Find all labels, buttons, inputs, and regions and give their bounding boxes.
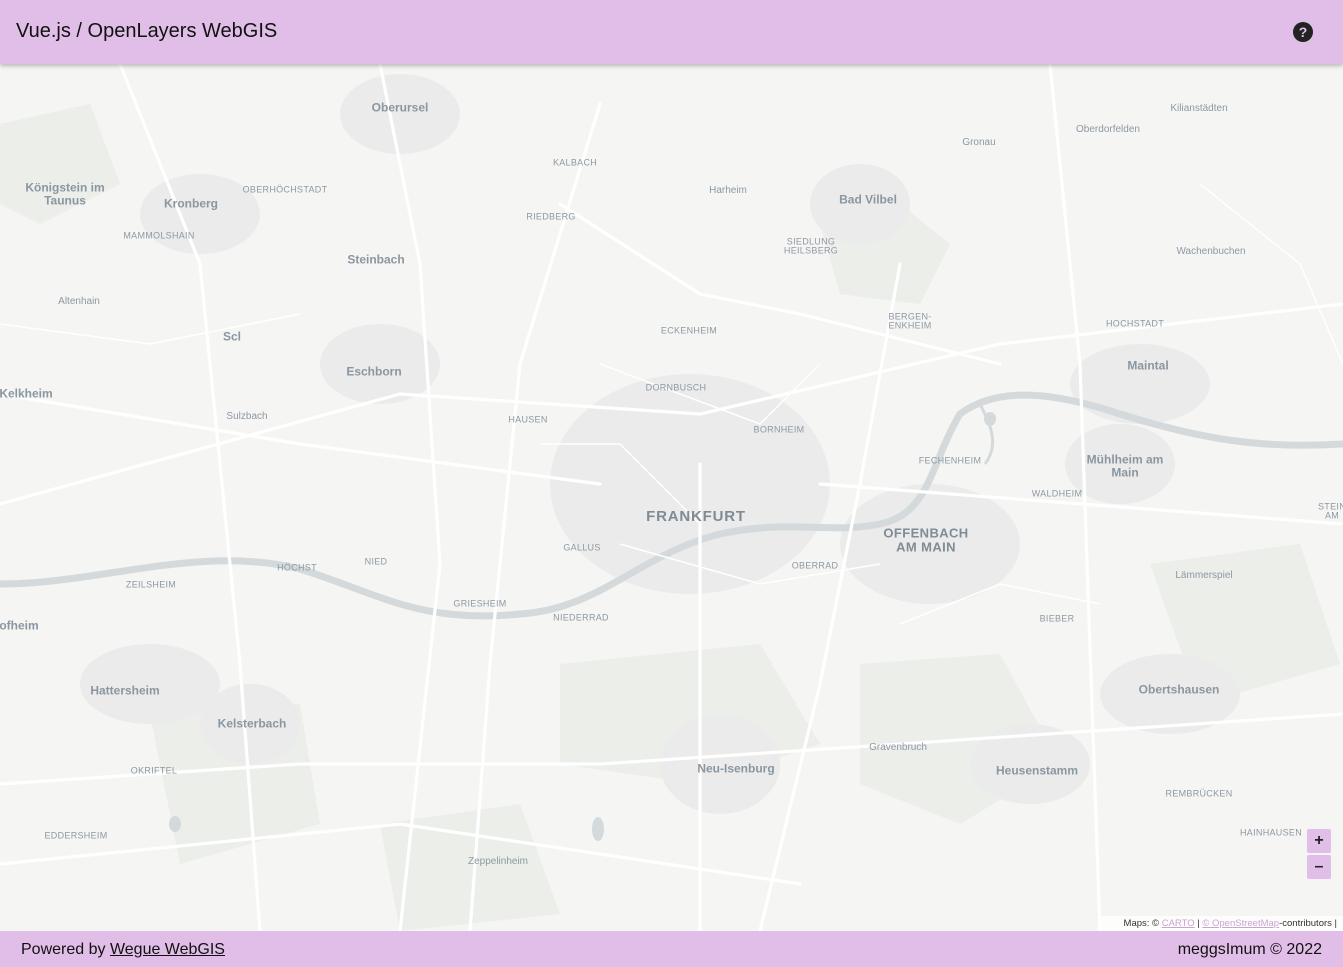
place-label-eschborn: Eschborn: [346, 364, 402, 379]
copyright-text: meggsImum © 2022: [1177, 941, 1322, 958]
place-label-waldheim: WALDHEIM: [1031, 488, 1083, 499]
place-label-heusenstamm: Heusenstamm: [995, 763, 1079, 778]
place-label-obertshausen: Obertshausen: [1138, 682, 1220, 697]
place-label-altenhain: Altenhain: [58, 295, 100, 307]
place-label-bad-vilbel: Bad Vilbel: [839, 192, 897, 207]
place-label-bergen-enkheim: BERGEN- ENKHEIM: [888, 311, 932, 331]
place-label-frankfurt: FRANKFURT: [646, 508, 746, 526]
place-label-gronau: Gronau: [962, 136, 996, 148]
place-label-niederrad: NIEDERRAD: [553, 612, 609, 623]
place-label-hoechst: HÖCHST: [277, 562, 317, 573]
place-label-eckenheim: ECKENHEIM: [660, 325, 718, 336]
place-label-zeilsheim: ZEILSHEIM: [125, 579, 177, 590]
place-label-steinheim: STEIN AM: [1317, 501, 1343, 521]
place-label-laemmerspiel: Lämmerspiel: [1175, 569, 1233, 581]
place-label-oberdorfelden: Oberdorfelden: [1076, 123, 1140, 135]
place-label-kalbach: KALBACH: [552, 157, 598, 168]
place-label-bieber: BIEBER: [1039, 613, 1075, 624]
powered-by: Powered by Wegue WebGIS: [21, 941, 225, 959]
place-label-muehlheim: Mühlheim am Main: [1086, 452, 1164, 479]
zoom-out-button[interactable]: –: [1307, 855, 1331, 879]
place-label-neu-isenburg: Neu-Isenburg: [697, 761, 775, 776]
place-label-griesheim: GRIESHEIM: [453, 598, 507, 609]
app-title: Vue.js / OpenLayers WebGIS: [16, 20, 278, 42]
zoom-in-button[interactable]: +: [1307, 829, 1331, 853]
place-label-riedberg: RIEDBERG: [526, 211, 576, 222]
place-label-oberursel: Oberursel: [371, 100, 429, 115]
place-label-hofheim: ofheim: [0, 618, 39, 633]
place-label-harheim: Harheim: [709, 184, 747, 196]
place-label-offenbach: OFFENBACH AM MAIN: [883, 525, 969, 554]
osm-link[interactable]: © OpenStreetMap: [1202, 918, 1279, 929]
map-viewport[interactable]: Oberursel Kilianstädten Oberdorfelden Grona…: [0, 64, 1343, 931]
place-label-scl: Scl: [222, 329, 242, 344]
place-label-kronberg: Kronberg: [164, 196, 218, 211]
place-label-kelsterbach: Kelsterbach: [217, 716, 287, 731]
attribution-prefix: Maps: ©: [1123, 918, 1160, 929]
place-label-okriftel: OKRIFTEL: [130, 765, 178, 776]
place-label-hochstadt: HOCHSTADT: [1105, 318, 1165, 329]
attribution-separator: |: [1197, 918, 1200, 929]
place-label-koenigstein: Königstein im Taunus: [25, 180, 105, 207]
basemap-graphics: [0, 64, 1343, 931]
place-label-eddersheim: EDDERSHEIM: [44, 830, 108, 841]
attribution-suffix: -contributors |: [1279, 918, 1337, 929]
place-label-oberhoechstadt: OBERHÖCHSTADT: [242, 184, 328, 195]
place-label-hattersheim: Hattersheim: [90, 683, 160, 698]
place-label-kelkheim: Kelkheim: [0, 386, 53, 401]
place-label-fechenheim: FECHENHEIM: [918, 455, 982, 466]
wegue-link[interactable]: Wegue WebGIS: [110, 941, 225, 958]
place-label-oberrad: OBERRAD: [791, 560, 839, 571]
carto-link[interactable]: CARTO: [1162, 918, 1195, 929]
powered-prefix: Powered by: [21, 941, 106, 958]
place-label-hausen: HAUSEN: [508, 414, 548, 425]
place-label-rembruecken: REMBRÜCKEN: [1165, 788, 1233, 799]
place-label-dornbusch: DORNBUSCH: [645, 382, 707, 393]
place-label-kilianstaedten: Kilianstädten: [1170, 102, 1228, 114]
place-label-bornheim: BORNHEIM: [753, 424, 805, 435]
place-label-hainhausen: HAINHAUSEN: [1239, 827, 1303, 838]
app-footer: Powered by Wegue WebGIS meggsImum © 2022: [0, 931, 1343, 967]
place-label-gravenbruch: Gravenbruch: [869, 741, 927, 753]
place-label-heilsberg: SIEDLUNG HEILSBERG: [783, 236, 839, 256]
place-label-sulzbach: Sulzbach: [226, 410, 268, 422]
place-label-nied: NIED: [364, 556, 388, 567]
app-toolbar: Vue.js / OpenLayers WebGIS ?: [0, 0, 1343, 64]
place-label-mammolshain: MAMMOLSHAIN: [123, 230, 195, 241]
place-label-gallus: GALLUS: [563, 542, 601, 553]
place-label-steinbach: Steinbach: [347, 252, 405, 267]
help-circle-icon[interactable]: ?: [1293, 22, 1313, 42]
place-label-zeppelinheim: Zeppelinheim: [467, 855, 529, 867]
map-attribution: Maps: © CARTO | © OpenStreetMap-contribu…: [1097, 916, 1343, 931]
place-label-maintal: Maintal: [1127, 358, 1169, 373]
place-label-wachenbuchen: Wachenbuchen: [1176, 245, 1246, 257]
